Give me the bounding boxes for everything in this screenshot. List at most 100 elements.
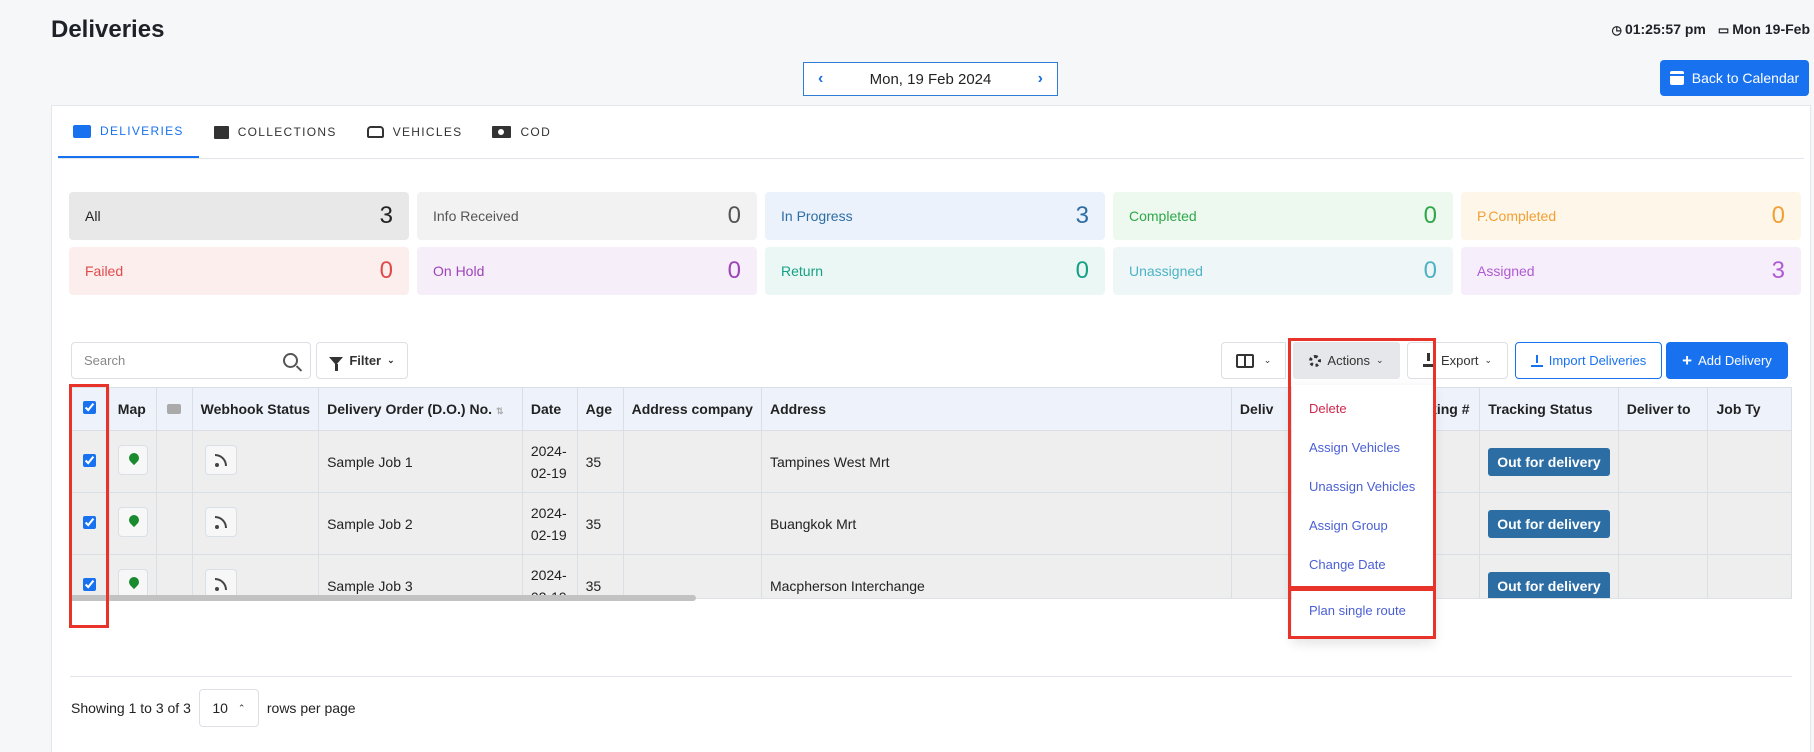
next-date-chevron-icon[interactable]: › — [1038, 70, 1043, 88]
date-navigator: ‹ Mon, 19 Feb 2024 › — [803, 62, 1058, 96]
select-all-checkbox[interactable] — [83, 401, 97, 414]
prev-date-chevron-icon[interactable]: ‹ — [818, 70, 823, 88]
col-map[interactable]: Map — [108, 387, 157, 431]
filter-button[interactable]: Filter ⌄ — [316, 342, 408, 379]
row-checkbox[interactable] — [83, 515, 97, 529]
column-toggle-button[interactable]: ⌄ — [1221, 342, 1286, 379]
do-no-cell[interactable]: Sample Job 2 — [318, 492, 523, 555]
col-age[interactable]: Age — [576, 387, 624, 431]
status-card-label: Completed — [1129, 208, 1197, 224]
actions-button[interactable]: Actions ⌄ — [1293, 342, 1400, 379]
col-do-no[interactable]: Delivery Order (D.O.) No. ⇅ — [318, 387, 523, 431]
row-checkbox[interactable] — [83, 453, 97, 467]
status-card-label: Return — [781, 263, 824, 279]
status-card-label: In Progress — [781, 208, 853, 224]
tab-collections[interactable]: COLLECTIONS — [199, 106, 352, 158]
status-card-count: 0 — [1771, 202, 1785, 229]
horizontal-scrollbar[interactable] — [70, 595, 696, 601]
box-icon — [213, 125, 229, 139]
add-delivery-button[interactable]: + Add Delivery — [1666, 342, 1788, 379]
menu-item-plan-single-route[interactable]: Plan single route — [1292, 591, 1434, 630]
col-address-company[interactable]: Address company — [622, 387, 762, 431]
search-icon[interactable] — [283, 353, 298, 368]
cash-icon — [492, 126, 512, 138]
table-row[interactable]: Sample Job 2 2024-02-19 35 Buangkok Mrt Out … — [70, 492, 1792, 555]
date-cell: 2024-02-19 — [521, 430, 578, 493]
select-all-cell — [70, 387, 110, 431]
menu-item-unassign-vehicles[interactable]: Unassign Vehicles — [1292, 467, 1434, 506]
address-company-cell — [622, 492, 762, 555]
tracking-status-badge[interactable]: Out for delivery — [1488, 571, 1610, 598]
menu-item-assign-vehicles[interactable]: Assign Vehicles — [1292, 428, 1434, 467]
status-card-count: 0 — [727, 257, 741, 284]
tab-deliveries[interactable]: DELIVERIES — [58, 106, 199, 158]
row-checkbox[interactable] — [83, 577, 97, 591]
table-row[interactable]: Sample Job 3 2024-02-19 35 Macpherson Inter… — [70, 554, 1792, 598]
do-no-cell[interactable]: Sample Job 1 — [318, 430, 523, 493]
search-box — [71, 342, 311, 379]
row-select-cell — [70, 554, 110, 598]
col-address[interactable]: Address — [760, 387, 1232, 431]
status-card-count: 0 — [727, 202, 741, 229]
page-title: Deliveries — [51, 16, 165, 43]
col-webhook-status[interactable]: Webhook Status — [191, 387, 320, 431]
status-card-p-completed[interactable]: P.Completed 0 — [1461, 192, 1801, 240]
webhook-cell — [191, 430, 320, 493]
status-card-failed[interactable]: Failed 0 — [69, 247, 409, 295]
rss-feed-icon[interactable] — [204, 445, 237, 475]
deliveries-table-container: Map Webhook Status Delivery Order (D.O.)… — [70, 387, 1792, 599]
tabs-divider — [58, 158, 1804, 159]
status-card-unassigned[interactable]: Unassigned 0 — [1113, 247, 1453, 295]
status-card-all[interactable]: All 3 — [69, 192, 409, 240]
chevron-down-icon: ⌄ — [387, 355, 395, 365]
col-date[interactable]: Date — [521, 387, 578, 431]
age-cell: 35 — [576, 430, 624, 493]
tracking-status-badge[interactable]: Out for delivery — [1488, 447, 1610, 476]
sort-icon[interactable]: ⇅ — [496, 406, 504, 416]
status-card-completed[interactable]: Completed 0 — [1113, 192, 1453, 240]
tracking-status-badge[interactable]: Out for delivery — [1488, 509, 1610, 538]
export-button[interactable]: Export ⌄ — [1407, 342, 1508, 379]
search-input[interactable] — [84, 353, 264, 368]
status-card-info-received[interactable]: Info Received 0 — [417, 192, 757, 240]
table-header-row: Map Webhook Status Delivery Order (D.O.)… — [70, 387, 1792, 431]
menu-item-assign-group[interactable]: Assign Group — [1292, 506, 1434, 545]
tracking-status-cell: Out for delivery — [1479, 430, 1619, 493]
status-card-on-hold[interactable]: On Hold 0 — [417, 247, 757, 295]
status-card-label: Info Received — [433, 208, 519, 224]
address-cell: Buangkok Mrt — [760, 492, 1232, 555]
pagination-footer: Showing 1 to 3 of 3 10 ⌃ rows per page — [71, 689, 356, 727]
actions-dropdown-menu: Delete Assign Vehicles Unassign Vehicles… — [1292, 385, 1434, 639]
menu-item-delete[interactable]: Delete — [1292, 389, 1434, 428]
clock: ◷ 01:25:57 pm ▭ Mon 19-Feb — [1611, 21, 1810, 37]
tab-cod[interactable]: COD — [477, 106, 566, 158]
tab-vehicles[interactable]: VEHICLES — [352, 106, 478, 158]
current-date-label[interactable]: Mon, 19 Feb 2024 — [870, 71, 992, 88]
photo-cell — [155, 430, 193, 493]
col-deliver-to[interactable]: Deliver to — [1617, 387, 1709, 431]
job-type-cell — [1707, 430, 1792, 493]
col-tracking-status[interactable]: Tracking Status — [1479, 387, 1619, 431]
map-pin-icon[interactable] — [117, 445, 148, 475]
status-card-return[interactable]: Return 0 — [765, 247, 1105, 295]
import-deliveries-button[interactable]: Import Deliveries — [1515, 342, 1662, 379]
row-select-cell — [70, 492, 110, 555]
deliver-to-cell — [1617, 554, 1709, 598]
row-select-cell — [70, 430, 110, 493]
deliver-to-cell — [1617, 492, 1709, 555]
menu-item-change-date[interactable]: Change Date — [1292, 545, 1434, 584]
status-card-assigned[interactable]: Assigned 3 — [1461, 247, 1801, 295]
deliveries-panel: DELIVERIES COLLECTIONS VEHICLES COD All 3… — [51, 105, 1811, 752]
back-to-calendar-button[interactable]: Back to Calendar — [1660, 60, 1809, 96]
deliveries-table: Map Webhook Status Delivery Order (D.O.)… — [70, 387, 1792, 598]
rss-feed-icon[interactable] — [204, 507, 237, 537]
do-no-cell[interactable]: Sample Job 3 — [318, 554, 523, 598]
col-job-type[interactable]: Job Ty — [1707, 387, 1792, 431]
address-company-cell — [622, 430, 762, 493]
map-pin-icon[interactable] — [117, 507, 148, 537]
status-card-in-progress[interactable]: In Progress 3 — [765, 192, 1105, 240]
table-row[interactable]: Sample Job 1 2024-02-19 35 Tampines West Mr… — [70, 430, 1792, 493]
map-cell — [108, 430, 157, 493]
rows-per-page-select[interactable]: 10 ⌃ — [198, 689, 259, 727]
filter-icon — [329, 356, 344, 371]
